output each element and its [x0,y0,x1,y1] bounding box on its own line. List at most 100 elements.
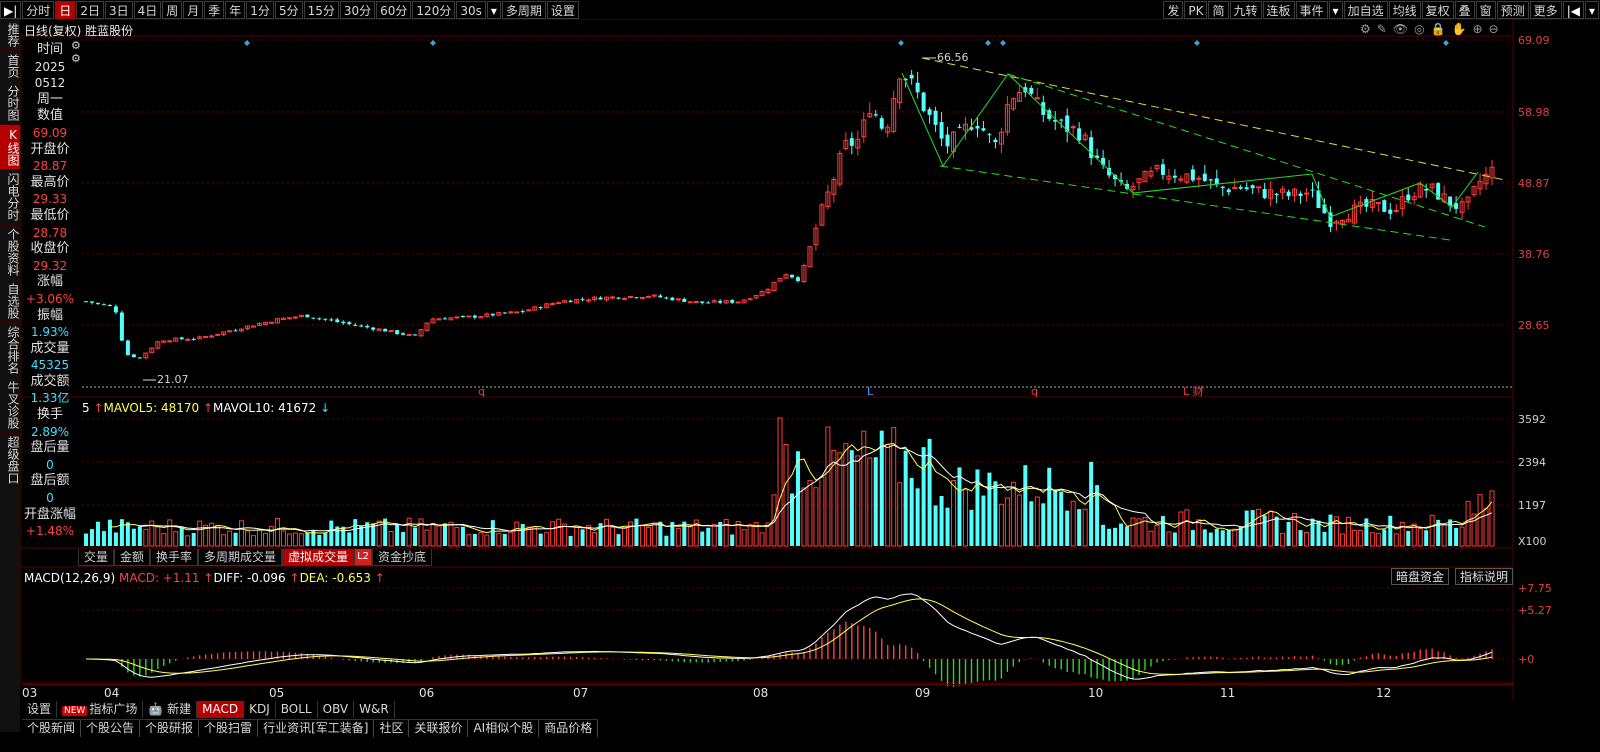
candle-body-up [639,296,645,299]
volume-bar-down [1059,491,1064,546]
volume-bar-up [508,531,514,547]
volume-bar-down [84,533,88,546]
target-icon[interactable]: ◎ [1414,22,1424,36]
price-axis-label: 58.98 [1518,106,1550,119]
volume-bar-up [448,521,454,547]
news-tab[interactable]: 行业资讯[军工装备] [258,720,375,737]
volume-bar-up [388,531,394,547]
month-tick-label: 07 [573,686,589,700]
tab-multi-volume[interactable]: 多周期成交量 [198,549,283,566]
news-tab[interactable]: AI相似个股 [468,720,540,737]
volume-bar-up [430,522,436,547]
zoom-in-icon[interactable]: ⊕ [1472,22,1482,36]
candle-body-up [514,311,520,314]
candle-body-up [251,325,257,328]
candle-body-up [454,316,460,319]
candle-body-down [1029,87,1034,94]
volume-bar-up [1268,510,1274,547]
month-tick-label: 12 [1376,686,1392,700]
settings-icon[interactable]: ⚙ [1360,22,1371,36]
volume-bar-down [460,526,465,546]
tab-virtual-volume[interactable]: 虚拟成交量 [282,549,355,566]
volume-bar-down [1160,516,1165,546]
zoom-out-icon[interactable]: ⊖ [1489,22,1499,36]
month-tick-label: 06 [419,686,435,700]
volume-bar-up [759,532,765,547]
volume-bar-down [1029,501,1034,546]
volume-bar-down [89,529,94,546]
indicator-obv[interactable]: OBV [318,700,355,718]
candle-body-down [131,354,136,358]
volume-bar-up [1292,513,1298,547]
event-marker-label: q [1031,385,1038,398]
candle-body-down [341,321,346,324]
candle-body-up [185,338,191,341]
volume-bar-down [401,531,406,546]
info-value: 28.78 [32,225,68,240]
news-tab[interactable]: 社区 [374,720,410,737]
candle-body-down [975,125,980,129]
candle-body-down [1382,200,1387,212]
news-tab[interactable]: 个股扫雷 [199,720,259,737]
news-tab[interactable]: 个股公告 [81,720,141,737]
info-value: 0 [46,491,54,506]
info-value: +1.48% [25,524,75,539]
volume-bar-up [239,520,245,547]
volume-bar-up [1483,507,1489,547]
volume-bar-up [1465,500,1471,547]
indicator-macd[interactable]: MACD [197,700,245,718]
candle-body-up [1304,192,1310,195]
tab-volume[interactable]: 交量 [78,549,115,566]
candle-body-down [1310,189,1315,191]
l2-badge: L2 [354,549,373,566]
news-tab[interactable]: 关联报价 [409,720,469,737]
volume-bar-up [639,524,645,547]
pen-icon[interactable]: ✎ [1377,22,1387,36]
volume-bar-up [185,535,191,547]
info-label: 最高价 [30,174,70,190]
tab-fund-bottom[interactable]: 资金抄底 [372,549,433,566]
volume-bar-up [574,526,580,547]
volume-bar-up [484,534,490,547]
volume-bar-up [556,518,562,547]
candle-body-down [460,316,465,318]
volume-bar-up [687,525,693,547]
info-label: 盘后额 [30,473,70,489]
lock-icon[interactable]: 🔒 [1431,22,1446,36]
volume-bar-down [933,505,938,546]
volume-bar-down [1107,528,1112,546]
volume-bar-up [274,517,280,547]
volume-bar-down [353,519,358,546]
volume-bar-down [981,495,986,546]
candle-body-up [1196,177,1202,180]
tab-turnover[interactable]: 换手率 [150,549,199,566]
indicator-boll[interactable]: BOLL [276,700,318,718]
event-diamond-icon [1194,40,1200,46]
kline-chart-canvas[interactable]: 69.0958.9848.8738.7628.6566.5621.07q Lq L … [0,0,1600,752]
news-tab[interactable]: 个股研报 [140,720,200,737]
indicator-help-button[interactable]: 指标说明 [1454,568,1513,585]
month-tick-label: 04 [104,686,120,700]
candle-body-down [1226,189,1231,193]
volume-bar-up [1393,533,1399,547]
candle-body-down [616,297,621,299]
volume-bar-down [341,526,346,546]
indicator-plaza[interactable]: NEW 指标广场 [57,700,144,718]
volume-bar-up [867,457,873,547]
info-panel: 时间 2025 0512 周一 数值 69.09 开盘价 28.87 最高价 29.33 最低价 28… [22,42,78,540]
volume-bar-down [1101,524,1106,546]
volume-bar-down [1226,529,1231,546]
news-tab[interactable]: 商品价格 [539,720,599,737]
indicator-kdj[interactable]: KDJ [244,700,276,718]
candle-body-down [233,330,238,332]
eye-icon[interactable]: 👁 [1393,22,1408,36]
news-tab[interactable]: 个股新闻 [22,720,82,737]
volume-bar-down [347,532,352,546]
indicator-settings[interactable]: 设置 [22,700,58,718]
wave-line [901,72,1479,218]
indicator-new[interactable]: 🤖 新建 [143,700,198,718]
hand-icon[interactable]: ✋ [1452,22,1467,36]
dark-pool-funds-button[interactable]: 暗盘资金 [1390,568,1449,585]
indicator-wr[interactable]: W&R [354,700,395,718]
tab-amount[interactable]: 金额 [114,549,151,566]
